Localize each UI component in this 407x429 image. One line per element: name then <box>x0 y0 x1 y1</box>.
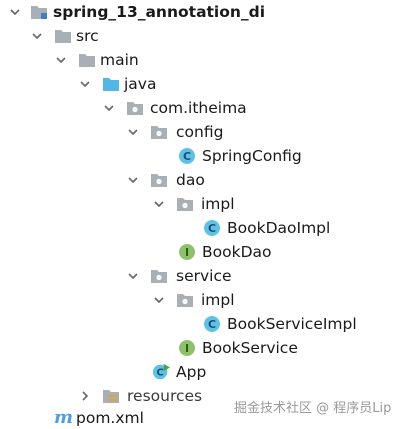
tree-row-java[interactable]: java <box>0 72 407 96</box>
chevron-down-icon[interactable] <box>127 174 139 186</box>
svg-text:C: C <box>208 318 216 331</box>
svg-text:C: C <box>208 222 216 235</box>
module-folder-icon <box>31 6 47 19</box>
tree-row-root[interactable]: spring_13_annotation_di <box>0 0 407 24</box>
book-service-label: BookService <box>202 339 298 357</box>
tree-row-book-dao[interactable]: I BookDao <box>0 240 407 264</box>
dao-impl-package-label: impl <box>201 195 235 213</box>
source-root-folder-icon <box>103 78 119 91</box>
folder-icon <box>55 30 71 43</box>
package-icon <box>177 294 193 307</box>
class-icon: C <box>204 220 220 236</box>
svg-text:I: I <box>185 246 189 259</box>
resources-folder-label: resources <box>127 387 203 405</box>
svg-text:C: C <box>156 368 163 379</box>
tree-row-dao[interactable]: dao <box>0 168 407 192</box>
chevron-down-icon[interactable] <box>153 198 165 210</box>
tree-row-app[interactable]: C App <box>0 360 407 384</box>
dao-package-label: dao <box>176 171 205 189</box>
spring-config-label: SpringConfig <box>202 147 302 165</box>
svg-text:C: C <box>183 150 191 163</box>
tree-row-package[interactable]: com.itheima <box>0 96 407 120</box>
resources-folder-icon <box>103 390 119 403</box>
package-icon <box>127 102 143 115</box>
tree-row-src[interactable]: src <box>0 24 407 48</box>
class-icon: C <box>179 148 195 164</box>
folder-icon <box>79 54 95 67</box>
tree-row-main[interactable]: main <box>0 48 407 72</box>
chevron-right-icon[interactable] <box>79 390 91 402</box>
book-service-impl-label: BookServiceImpl <box>227 315 357 333</box>
java-folder-label: java <box>124 75 157 93</box>
root-module-label: spring_13_annotation_di <box>53 3 266 21</box>
runnable-class-icon: C <box>152 363 170 380</box>
book-dao-label: BookDao <box>202 243 272 261</box>
chevron-down-icon[interactable] <box>127 126 139 138</box>
class-icon: C <box>204 316 220 332</box>
tree-row-book-dao-impl[interactable]: C BookDaoImpl <box>0 216 407 240</box>
tree-row-service[interactable]: service <box>0 264 407 288</box>
tree-row-book-service[interactable]: I BookService <box>0 336 407 360</box>
watermark-text: 掘金技术社区 @ 程序员Lip <box>234 401 392 416</box>
maven-m-icon: m <box>54 407 74 428</box>
main-folder-label: main <box>100 51 139 69</box>
tree-row-book-service-impl[interactable]: C BookServiceImpl <box>0 312 407 336</box>
interface-icon: I <box>179 340 195 356</box>
svg-text:I: I <box>185 342 189 355</box>
pom-file-label: pom.xml <box>76 409 144 427</box>
book-dao-impl-label: BookDaoImpl <box>227 219 331 237</box>
app-label: App <box>176 363 207 381</box>
package-icon <box>151 126 167 139</box>
chevron-down-icon[interactable] <box>127 270 139 282</box>
service-package-label: service <box>176 267 232 285</box>
src-folder-label: src <box>76 27 99 45</box>
interface-icon: I <box>179 244 195 260</box>
package-icon <box>177 198 193 211</box>
package-icon <box>151 174 167 187</box>
service-impl-package-label: impl <box>201 291 235 309</box>
chevron-down-icon[interactable] <box>103 102 115 114</box>
package-label: com.itheima <box>150 99 247 117</box>
chevron-down-icon[interactable] <box>79 78 91 90</box>
tree-row-config[interactable]: config <box>0 120 407 144</box>
package-icon <box>151 270 167 283</box>
chevron-down-icon[interactable] <box>153 294 165 306</box>
chevron-down-icon[interactable] <box>9 6 21 18</box>
chevron-down-icon[interactable] <box>31 30 43 42</box>
chevron-down-icon[interactable] <box>55 54 67 66</box>
tree-row-dao-impl[interactable]: impl <box>0 192 407 216</box>
tree-row-service-impl[interactable]: impl <box>0 288 407 312</box>
config-package-label: config <box>176 123 224 141</box>
tree-row-spring-config[interactable]: C SpringConfig <box>0 144 407 168</box>
